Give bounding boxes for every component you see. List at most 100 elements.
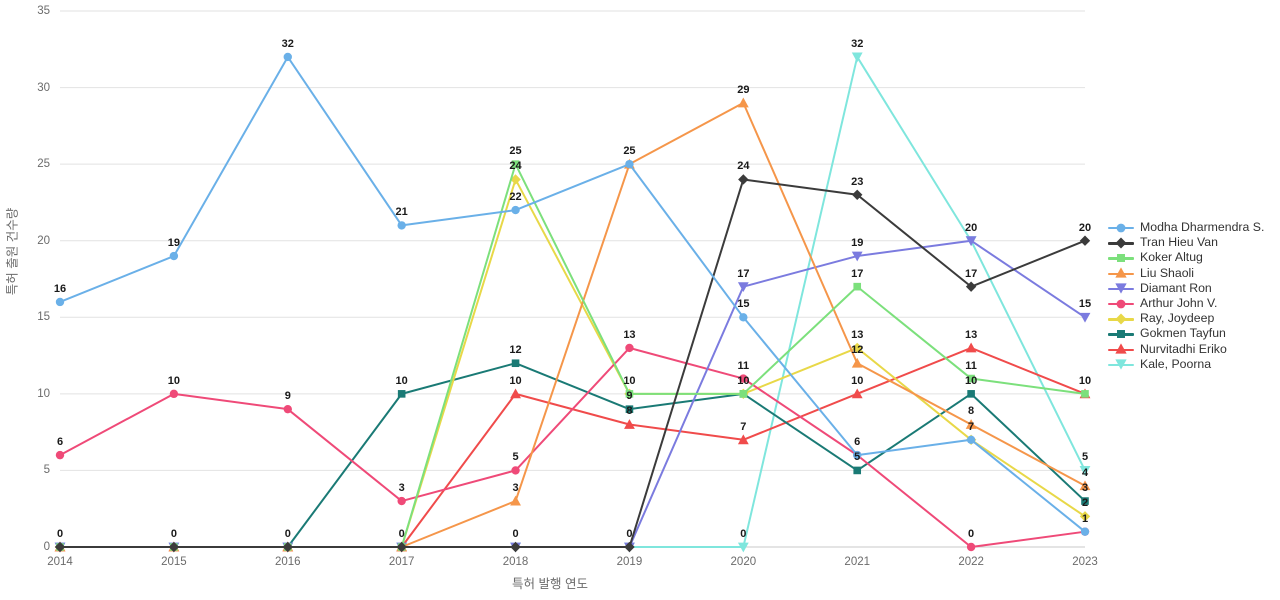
x-tick-label: 2014 [47,556,73,568]
x-axis-title: 특허 발행 연도 [512,577,588,591]
data-point-marker [967,390,975,398]
data-point-marker [966,435,976,444]
y-tick-label: 20 [37,234,50,247]
data-point-marker [739,390,748,398]
data-point-marker [1115,283,1127,295]
x-tick-label: 2022 [958,556,984,568]
legend-label: Liu Shaoli [1140,265,1195,280]
legend-label: Tran Hieu Van [1140,235,1218,250]
legend-swatch-icon [1108,250,1134,265]
legend-item-8[interactable]: Nurvitadhi Eriko [1108,342,1278,357]
data-point-marker [625,159,634,169]
y-tick-label: 10 [37,387,50,400]
y-tick-label: 0 [43,541,50,553]
series-5 [55,343,1090,552]
data-point-marker [1115,267,1127,278]
data-point-marker [853,282,862,291]
legend-swatch-icon [1108,220,1134,235]
series-8 [54,342,1091,552]
legend-label: Diamant Ron [1140,280,1212,295]
data-point-marker [737,282,749,293]
legend-label: Gokmen Tayfun [1140,326,1226,341]
data-point-marker [510,495,521,506]
data-point-marker [1081,390,1089,398]
data-point-marker [851,357,863,368]
legend-item-7[interactable]: Gokmen Tayfun [1108,326,1278,341]
series-3 [54,97,1091,552]
data-point-marker [1116,299,1126,308]
data-point-marker [1081,497,1089,505]
series-0 [55,52,1090,536]
data-point-marker [169,389,179,399]
data-point-marker [1079,480,1091,491]
x-tick-label: 2016 [274,556,301,568]
legend-swatch-icon [1108,281,1134,296]
legend-label: Ray, Joydeep [1140,311,1215,326]
data-point-marker [851,52,863,63]
data-point-marker [511,466,520,475]
x-tick-label: 2021 [844,556,871,568]
x-tick-label: 2015 [161,556,187,568]
y-tick-label: 15 [37,311,50,324]
data-point-marker [739,313,748,322]
legend-swatch-icon [1108,342,1134,357]
y-tick-label: 35 [37,5,50,17]
x-tick-label: 2020 [730,556,757,568]
data-point-marker [738,174,749,185]
legend-item-2[interactable]: Koker Altug [1108,250,1278,265]
x-tick-label: 2023 [1072,556,1098,568]
series-9 [54,52,1091,553]
chart-svg [54,10,1091,553]
legend-item-9[interactable]: Kale, Poorna [1108,357,1278,372]
data-point-marker [853,466,862,475]
legend-swatch-icon [1108,235,1134,250]
data-point-marker [283,404,292,414]
data-point-marker [1117,253,1125,262]
data-point-marker [853,450,862,460]
legend-swatch-icon [1108,296,1134,311]
data-point-marker [1115,359,1127,370]
legend-label: Kale, Poorna [1140,356,1212,371]
data-point-marker [625,343,634,353]
data-point-marker [1080,527,1090,536]
data-point-marker [1079,235,1091,246]
chart-root: 0 5 10 15 20 25 30 35 2014 2015 2016 2017 2018 2019 2… [0,0,1280,600]
data-point-marker [965,419,977,429]
data-point-marker [965,342,977,353]
data-point-marker [397,221,406,230]
legend-item-3[interactable]: Liu Shaoli [1108,266,1278,281]
legend-label: Koker Altug [1140,250,1203,265]
series-2 [56,160,1089,551]
data-point-marker [966,542,976,552]
data-point-marker [1115,313,1127,325]
data-point-marker [739,374,748,383]
y-tick-label: 25 [37,158,50,171]
legend-item-4[interactable]: Diamant Ron [1108,281,1278,296]
y-axis-title: 특허 출원 건수량 [5,207,20,296]
data-point-marker [55,297,65,307]
plot-area: 0 5 10 15 20 25 30 35 2014 2015 2016 2017 2018 2019 2… [0,0,1100,600]
legend-swatch-icon [1108,357,1134,372]
data-point-marker [511,160,520,168]
legend-item-0[interactable]: Modha Dharmendra S. [1108,220,1278,235]
data-point-marker [397,390,406,398]
legend-label: Nurvitadhi Eriko [1140,341,1227,356]
series-7 [56,359,1089,551]
legend-item-1[interactable]: Tran Hieu Van [1108,235,1278,250]
data-point-marker [511,359,520,368]
data-point-marker [511,205,520,215]
legend-item-6[interactable]: Ray, Joydeep [1108,311,1278,326]
legend-label: Arthur John V. [1140,296,1218,311]
data-point-marker [1115,237,1127,249]
data-point-marker [625,390,634,398]
data-point-marker [283,52,292,62]
legend-label: Modha Dharmendra S. [1140,220,1265,235]
x-tick-label: 2019 [616,556,643,568]
legend-item-5[interactable]: Arthur John V. [1108,296,1278,311]
data-point-marker [169,251,179,261]
legend-swatch-icon [1108,266,1134,281]
x-tick-label: 2018 [502,556,529,568]
data-point-marker [737,97,749,108]
data-point-marker [1115,343,1127,354]
legend-swatch-icon [1108,311,1134,326]
